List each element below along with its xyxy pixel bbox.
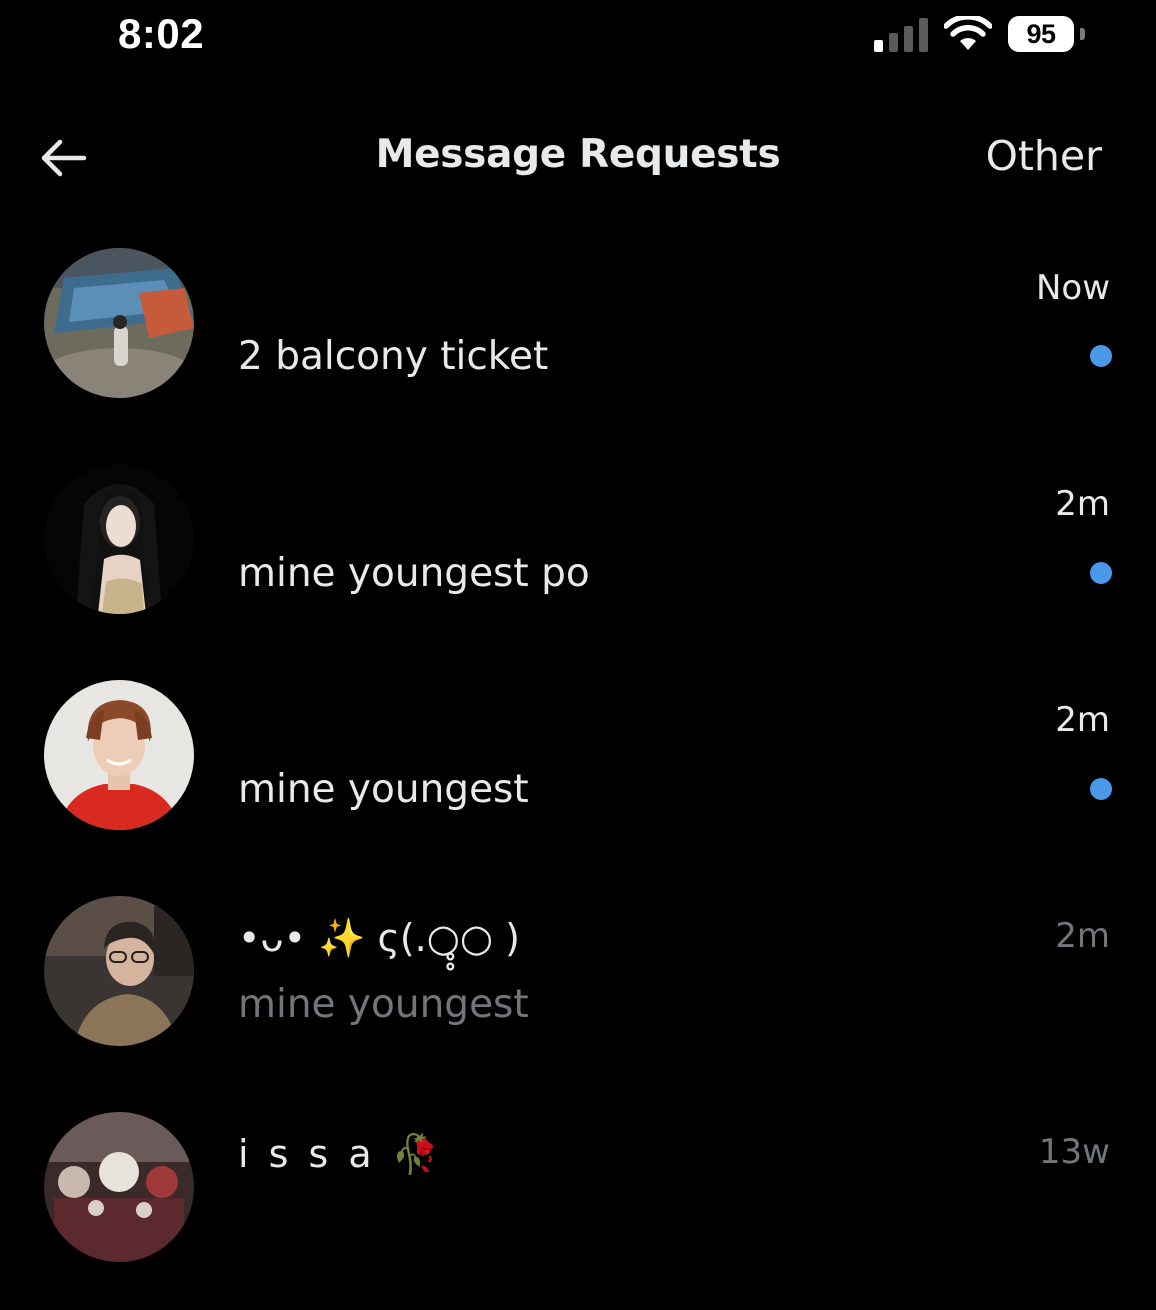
cellular-signal-icon <box>874 18 928 52</box>
avatar-photo <box>44 464 194 614</box>
avatar-photo <box>44 680 194 830</box>
conversation-time: 13w <box>1038 1132 1110 1172</box>
header: Message Requests Other <box>0 110 1156 206</box>
avatar-photo <box>44 896 194 1046</box>
avatar[interactable] <box>44 1112 194 1262</box>
conversation-preview: mine youngest po <box>238 551 590 596</box>
unread-indicator <box>1090 562 1112 584</box>
avatar[interactable] <box>44 896 194 1046</box>
avatar[interactable] <box>44 680 194 830</box>
conversation-preview: mine youngest <box>238 767 529 812</box>
conversation-time: 2m <box>1055 484 1110 524</box>
other-tab-link[interactable]: Other <box>986 132 1102 180</box>
conversation-name: i s s a 🥀 <box>238 1132 444 1176</box>
unread-indicator <box>1090 345 1112 367</box>
avatar-photo <box>44 248 194 398</box>
battery-indicator: 95 <box>1008 16 1090 54</box>
wifi-icon <box>944 16 992 50</box>
avatar[interactable] <box>44 248 194 398</box>
avatar-photo <box>44 1112 194 1262</box>
conversation-row[interactable]: mine youngest 2m <box>0 678 1156 878</box>
page-title: Message Requests <box>375 132 781 177</box>
conversation-preview: mine youngest <box>238 982 529 1027</box>
battery-cap <box>1080 28 1085 40</box>
conversation-name: •ᴗ• ✨ ς(.○̥̥○ ) <box>238 916 520 960</box>
conversation-row[interactable]: mine youngest po 2m <box>0 462 1156 662</box>
conversation-time: Now <box>1035 268 1110 308</box>
unread-indicator <box>1090 778 1112 800</box>
conversation-time: 2m <box>1055 916 1110 956</box>
avatar[interactable] <box>44 464 194 614</box>
conversation-row[interactable]: •ᴗ• ✨ ς(.○̥̥○ ) mine youngest 2m <box>0 894 1156 1094</box>
battery-level: 95 <box>1026 18 1056 49</box>
conversation-time: 2m <box>1055 700 1110 740</box>
battery-body: 95 <box>1008 16 1074 52</box>
status-bar: 8:02 95 <box>0 0 1156 80</box>
conversation-preview: 2 balcony ticket <box>238 334 549 379</box>
conversation-row[interactable]: i s s a 🥀 13w <box>0 1110 1156 1310</box>
conversation-row[interactable]: 2 balcony ticket Now <box>0 246 1156 446</box>
status-time: 8:02 <box>118 10 205 57</box>
